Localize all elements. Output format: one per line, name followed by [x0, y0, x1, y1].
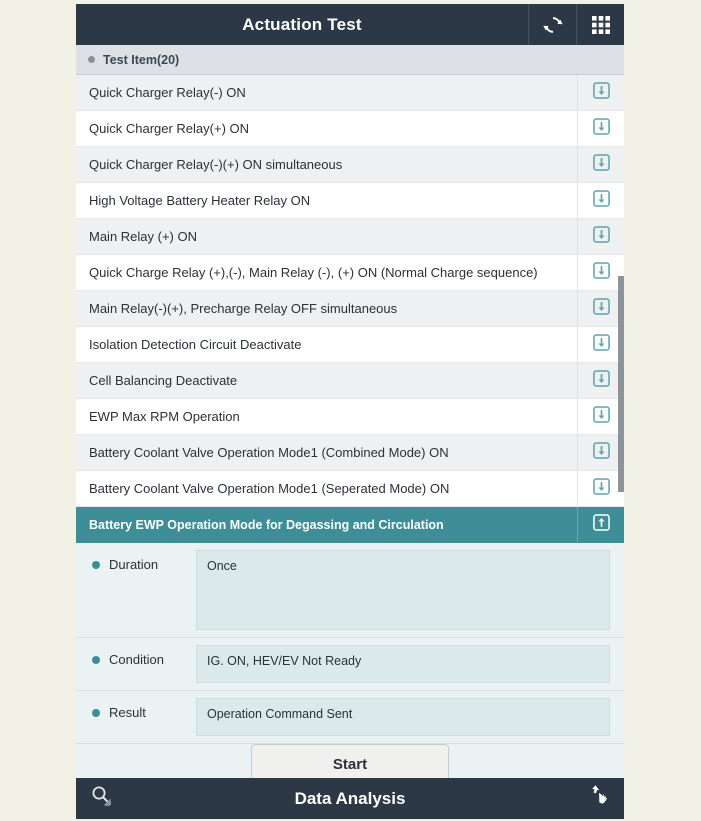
detail-row-duration: Duration Once — [76, 543, 624, 638]
download-arrow-icon — [592, 261, 610, 284]
download-arrow-icon — [592, 333, 610, 356]
download-arrow-icon — [592, 117, 610, 140]
test-item-list[interactable]: Quick Charger Relay(-) ON Quick Charger R… — [76, 75, 624, 543]
bullet-icon — [92, 655, 100, 664]
collapse-item-button[interactable] — [577, 507, 624, 542]
bullet-icon — [92, 708, 100, 717]
test-item-label: Main Relay(-)(+), Precharge Relay OFF si… — [89, 301, 398, 316]
grid-menu-button[interactable] — [576, 4, 624, 45]
expand-item-button[interactable] — [577, 183, 624, 218]
grid-menu-icon — [591, 15, 611, 35]
pointer-button[interactable] — [575, 778, 624, 819]
list-scrollbar[interactable] — [618, 75, 624, 543]
test-item-label: Quick Charger Relay(-)(+) ON simultaneou… — [89, 157, 343, 172]
download-arrow-icon — [592, 225, 610, 248]
table-row[interactable]: Main Relay (+) ON — [76, 219, 624, 255]
test-item-label: Battery EWP Operation Mode for Degassing… — [89, 517, 444, 532]
table-row[interactable]: Main Relay(-)(+), Precharge Relay OFF si… — [76, 291, 624, 327]
result-value[interactable]: Operation Command Sent — [196, 698, 610, 736]
test-item-label: Battery Coolant Valve Operation Mode1 (C… — [89, 445, 449, 460]
app-header: Actuation Test — [76, 4, 624, 45]
start-button[interactable]: Start — [251, 744, 449, 778]
expand-item-button[interactable] — [577, 363, 624, 398]
expand-item-button[interactable] — [577, 327, 624, 362]
expand-item-button[interactable] — [577, 471, 624, 506]
duration-value[interactable]: Once — [196, 550, 610, 630]
download-arrow-icon — [592, 441, 610, 464]
expand-item-button[interactable] — [577, 255, 624, 290]
table-row[interactable]: Quick Charger Relay(+) ON — [76, 111, 624, 147]
search-button[interactable] — [76, 778, 125, 819]
result-label-wrap: Result — [76, 698, 196, 720]
expand-item-button[interactable] — [577, 75, 624, 110]
expand-item-button[interactable] — [577, 291, 624, 326]
footer-title: Data Analysis — [294, 788, 406, 808]
download-arrow-icon — [592, 81, 610, 104]
table-row[interactable]: Battery EWP Operation Mode for Degassing… — [76, 507, 624, 543]
test-item-label: Battery Coolant Valve Operation Mode1 (S… — [89, 481, 450, 496]
duration-label-wrap: Duration — [76, 550, 196, 572]
download-arrow-icon — [592, 297, 610, 320]
condition-label-wrap: Condition — [76, 645, 196, 667]
test-item-section-header: Test Item(20) — [76, 45, 624, 75]
bullet-icon — [92, 560, 100, 569]
download-arrow-icon — [592, 153, 610, 176]
table-row[interactable]: Quick Charger Relay(-)(+) ON simultaneou… — [76, 147, 624, 183]
list-scrollbar-thumb[interactable] — [618, 276, 624, 492]
download-arrow-icon — [592, 369, 610, 392]
test-item-label: High Voltage Battery Heater Relay ON — [89, 193, 311, 208]
start-button-area: Start — [76, 744, 624, 778]
expand-item-button[interactable] — [577, 399, 624, 434]
actuation-test-app: Actuation Test Test Item(20) Quick Charg… — [76, 4, 624, 819]
test-item-label: Main Relay (+) ON — [89, 229, 197, 244]
test-item-count-label: Test Item(20) — [103, 52, 180, 67]
page-title: Actuation Test — [242, 14, 362, 34]
expand-item-button[interactable] — [577, 147, 624, 182]
download-arrow-icon — [592, 477, 610, 500]
download-arrow-icon — [592, 405, 610, 428]
table-row[interactable]: Quick Charge Relay (+),(-), Main Relay (… — [76, 255, 624, 291]
test-item-label: Quick Charger Relay(-) ON — [89, 85, 246, 100]
bullet-icon — [88, 56, 95, 63]
download-arrow-icon — [592, 189, 610, 212]
expand-item-button[interactable] — [577, 435, 624, 470]
condition-label: Condition — [109, 652, 164, 667]
upload-arrow-icon — [592, 513, 610, 536]
test-item-label: Quick Charger Relay(+) ON — [89, 121, 250, 136]
table-row[interactable]: Battery Coolant Valve Operation Mode1 (S… — [76, 471, 624, 507]
test-item-label: Cell Balancing Deactivate — [89, 373, 238, 388]
table-row[interactable]: Battery Coolant Valve Operation Mode1 (C… — [76, 435, 624, 471]
hand-pointer-icon — [587, 783, 613, 814]
refresh-icon — [542, 14, 564, 36]
table-row[interactable]: Quick Charger Relay(-) ON — [76, 75, 624, 111]
magnifier-icon — [88, 783, 114, 814]
app-footer: Data Analysis — [76, 778, 624, 819]
test-detail-panel: Duration Once Condition IG. ON, HEV/EV N… — [76, 543, 624, 778]
table-row[interactable]: Cell Balancing Deactivate — [76, 363, 624, 399]
table-row[interactable]: Isolation Detection Circuit Deactivate — [76, 327, 624, 363]
condition-value[interactable]: IG. ON, HEV/EV Not Ready — [196, 645, 610, 683]
detail-row-condition: Condition IG. ON, HEV/EV Not Ready — [76, 638, 624, 691]
refresh-button[interactable] — [528, 4, 576, 45]
test-item-label: Quick Charge Relay (+),(-), Main Relay (… — [89, 265, 538, 280]
detail-row-result: Result Operation Command Sent — [76, 691, 624, 744]
test-item-label: Isolation Detection Circuit Deactivate — [89, 337, 302, 352]
result-label: Result — [109, 705, 146, 720]
table-row[interactable]: High Voltage Battery Heater Relay ON — [76, 183, 624, 219]
table-row[interactable]: EWP Max RPM Operation — [76, 399, 624, 435]
expand-item-button[interactable] — [577, 219, 624, 254]
test-item-label: EWP Max RPM Operation — [89, 409, 240, 424]
expand-item-button[interactable] — [577, 111, 624, 146]
duration-label: Duration — [109, 557, 159, 572]
